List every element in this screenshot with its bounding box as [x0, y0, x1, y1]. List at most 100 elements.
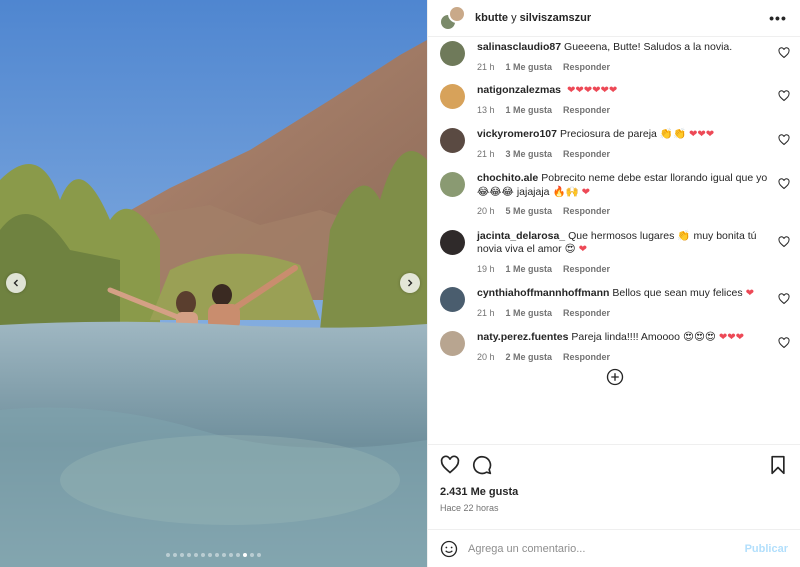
likes-count[interactable]: 2.431 Me gusta — [428, 486, 800, 498]
heart-emojis: ❤❤❤ — [718, 332, 744, 343]
comment-username[interactable]: chochito.ale — [477, 172, 538, 184]
more-horizontal-icon: ••• — [769, 10, 787, 26]
carousel-dot — [236, 553, 240, 557]
comment-meta: 20 h 2 Me gusta Responder — [477, 351, 768, 365]
comment-message: Gueeena, Butte! Saludos a la novia. — [564, 41, 733, 53]
comment-meta: 20 h 5 Me gusta Responder — [477, 205, 768, 219]
comment-username[interactable]: jacinta_delarosa_ — [477, 230, 565, 242]
comment-message: novia viva el amor — [477, 243, 562, 255]
comment-meta: 13 h 1 Me gusta Responder — [477, 104, 768, 118]
comment-likes[interactable]: 3 Me gusta — [506, 148, 553, 162]
heart-icon[interactable] — [778, 337, 790, 349]
heart-icon[interactable] — [440, 455, 460, 475]
heart-icon[interactable] — [778, 90, 790, 102]
comment-username[interactable]: naty.perez.fuentes — [477, 331, 568, 343]
comment-icon[interactable] — [472, 455, 492, 475]
comment-body: natigonzalezmas ❤❤❤❤❤❤ 13 h 1 Me gusta Respo… — [477, 84, 790, 117]
comment-message: jajajaja — [516, 185, 550, 198]
heart-emojis: ❤ — [745, 288, 754, 299]
avatar[interactable] — [440, 41, 465, 66]
comment-emojis: 😍 — [564, 243, 576, 255]
comment-body: chochito.ale Pobrecito neme debe estar ll… — [477, 172, 790, 219]
post-media[interactable] — [0, 0, 427, 567]
next-photo-button[interactable] — [400, 273, 420, 293]
comments-list[interactable]: salinasclaudio87 Gueeena, Butte! Saludos … — [428, 37, 800, 444]
comment-time: 13 h — [477, 104, 495, 115]
heart-icon[interactable] — [778, 178, 790, 190]
chevron-left-icon — [13, 279, 18, 287]
avatar[interactable] — [440, 331, 465, 356]
collab-avatars[interactable] — [439, 5, 466, 31]
carousel-dot — [166, 553, 170, 557]
comment-likes[interactable]: 1 Me gusta — [506, 307, 553, 321]
post-dialog: kbutte y silviszamszur ••• salinasclaudi… — [0, 0, 800, 567]
reply-button[interactable]: Responder — [563, 351, 610, 365]
comment-body: jacinta_delarosa_ Que hermosos lugares 👏 mu… — [477, 230, 790, 277]
avatar[interactable] — [440, 128, 465, 153]
smiley-icon[interactable] — [440, 540, 458, 558]
carousel-dot — [243, 553, 247, 557]
carousel-dot — [257, 553, 261, 557]
comment-time: 19 h — [477, 263, 495, 274]
comment-emojis: 😂😂😂 — [477, 185, 514, 198]
comment-text: jacinta_delarosa_ Que hermosos lugares 👏 mu… — [477, 230, 768, 257]
comment-text: naty.perez.fuentes Pareja linda!!!! Amooo… — [477, 331, 768, 345]
comment-time: 21 h — [477, 61, 495, 72]
carousel-dot — [201, 553, 205, 557]
reply-button[interactable]: Responder — [563, 61, 610, 75]
comment-likes[interactable]: 2 Me gusta — [506, 351, 553, 365]
heart-icon[interactable] — [778, 293, 790, 305]
author-link[interactable]: kbutte — [475, 12, 508, 24]
comment-time: 21 h — [477, 148, 495, 159]
avatar[interactable] — [440, 84, 465, 109]
comment-likes[interactable]: 1 Me gusta — [506, 263, 553, 277]
heart-icon[interactable] — [778, 235, 790, 248]
comment-likes[interactable]: 1 Me gusta — [506, 104, 553, 118]
post-timestamp: Hace 22 horas — [440, 503, 499, 513]
load-more-comments — [440, 368, 790, 386]
comment-meta: 21 h 3 Me gusta Responder — [477, 148, 768, 162]
comment-time: 20 h — [477, 206, 495, 216]
carousel-dot — [215, 553, 219, 557]
heart-icon[interactable] — [778, 47, 790, 59]
comment-row: chochito.ale Pobrecito neme debe estar ll… — [440, 172, 790, 219]
post-photo — [0, 0, 427, 567]
avatar[interactable] — [440, 287, 465, 312]
heart-emojis: ❤ — [581, 186, 591, 198]
comment-username[interactable]: vickyromero107 — [477, 128, 557, 140]
comment-text: chochito.ale Pobrecito neme debe estar ll… — [477, 172, 768, 199]
comment-username[interactable]: cynthiahoffmannhoffmann — [477, 287, 609, 299]
comment-text: salinasclaudio87 Gueeena, Butte! Saludos … — [477, 41, 768, 55]
comment-likes[interactable]: 1 Me gusta — [506, 61, 553, 75]
comment-meta: 19 h 1 Me gusta Responder — [477, 263, 768, 277]
reply-button[interactable]: Responder — [563, 104, 610, 118]
reply-button[interactable]: Responder — [563, 263, 610, 277]
reply-button[interactable]: Responder — [563, 148, 610, 162]
comment-text: vickyromero107 Preciosura de pareja 👏👏 ❤❤❤ — [477, 128, 768, 142]
avatar[interactable] — [440, 229, 465, 255]
comment-time: 21 h — [477, 307, 495, 318]
author-link[interactable]: silviszamszur — [520, 12, 592, 24]
comment-text: natigonzalezmas ❤❤❤❤❤❤ — [477, 84, 768, 98]
comment-input[interactable] — [468, 542, 737, 555]
comment-meta: 21 h 1 Me gusta Responder — [477, 307, 768, 321]
post-header: kbutte y silviszamszur ••• — [428, 0, 800, 37]
avatar[interactable] — [440, 172, 465, 197]
comment-username[interactable]: salinasclaudio87 — [477, 41, 561, 53]
publish-button[interactable]: Publicar — [745, 543, 788, 555]
reply-button[interactable]: Responder — [563, 307, 610, 321]
bookmark-icon[interactable] — [768, 455, 788, 475]
comment-composer: Publicar — [428, 529, 800, 567]
reply-button[interactable]: Responder — [563, 205, 610, 219]
more-options-button[interactable]: ••• — [768, 10, 788, 26]
comment-message: muy bonita tú — [693, 229, 757, 242]
plus-circle-icon[interactable] — [606, 368, 624, 386]
comment-row: vickyromero107 Preciosura de pareja 👏👏 ❤❤❤ 2… — [440, 128, 790, 161]
comment-text: cynthiahoffmannhoffmann Bellos que sean m… — [477, 287, 768, 301]
heart-icon[interactable] — [778, 134, 790, 146]
chevron-right-icon — [408, 279, 413, 287]
previous-photo-button[interactable] — [6, 273, 26, 293]
comment-username[interactable]: natigonzalezmas — [477, 84, 561, 96]
comment-likes[interactable]: 5 Me gusta — [506, 205, 553, 219]
carousel-dot — [187, 553, 191, 557]
